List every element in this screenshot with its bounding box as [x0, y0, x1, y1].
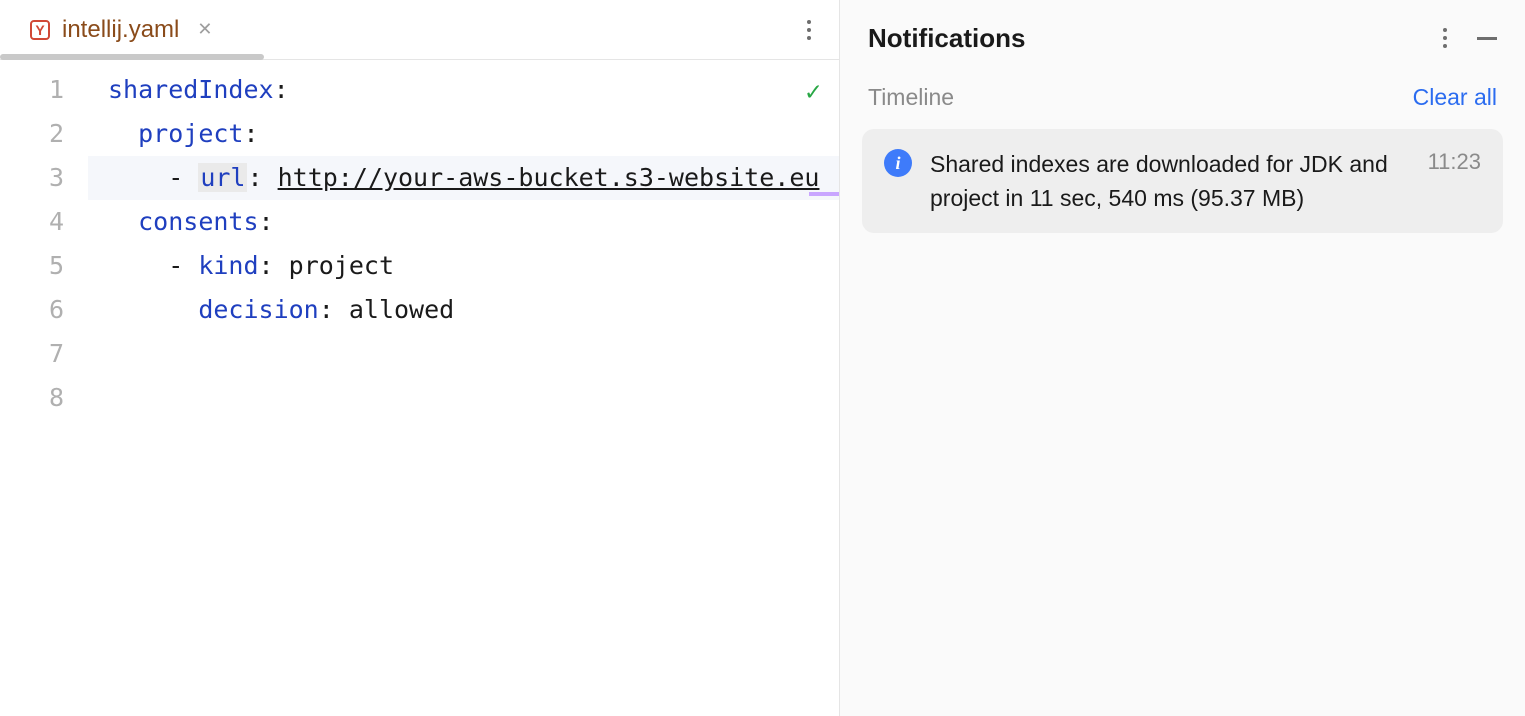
- notifications-pane: Notifications Timeline Clear all i Share…: [840, 0, 1525, 716]
- line-number: 5: [0, 244, 64, 288]
- code-line[interactable]: [88, 332, 839, 376]
- notifications-title: Notifications: [868, 23, 1025, 54]
- info-icon: i: [884, 149, 912, 177]
- yaml-file-icon: Y: [30, 20, 50, 40]
- editor-more-icon[interactable]: [799, 12, 819, 48]
- line-number: 6: [0, 288, 64, 332]
- tabbar-actions: [799, 12, 839, 48]
- line-number: 4: [0, 200, 64, 244]
- tab-bar: Y intellij.yaml ✕: [0, 0, 839, 60]
- line-number: 8: [0, 376, 64, 420]
- notifications-more-icon[interactable]: [1435, 20, 1455, 56]
- file-tab[interactable]: Y intellij.yaml ✕: [0, 0, 232, 59]
- code-line[interactable]: sharedIndex:: [88, 68, 839, 112]
- code-line[interactable]: decision: allowed: [88, 288, 839, 332]
- notification-message: Shared indexes are downloaded for JDK an…: [930, 147, 1410, 215]
- code-line[interactable]: consents:: [88, 200, 839, 244]
- inspection-ok-icon[interactable]: ✓: [805, 70, 821, 114]
- clear-all-button[interactable]: Clear all: [1413, 84, 1497, 111]
- close-tab-icon[interactable]: ✕: [197, 19, 212, 40]
- notifications-list: i Shared indexes are downloaded for JDK …: [840, 129, 1525, 233]
- line-number: 3: [0, 156, 64, 200]
- notifications-header-actions: [1435, 20, 1497, 56]
- minimize-icon[interactable]: [1477, 37, 1497, 40]
- tab-filename: intellij.yaml: [62, 16, 179, 44]
- error-stripe-marker[interactable]: [809, 192, 839, 196]
- code-area[interactable]: sharedIndex: project: - url: http://your…: [88, 60, 839, 716]
- code-line[interactable]: - kind: project: [88, 244, 839, 288]
- code-line[interactable]: - url: http://your-aws-bucket.s3-website…: [88, 156, 839, 200]
- line-number: 1: [0, 68, 64, 112]
- notifications-header: Notifications: [840, 0, 1525, 76]
- line-number: 7: [0, 332, 64, 376]
- editor-pane: Y intellij.yaml ✕ 1 2 3 4 5 6 7 8 shared…: [0, 0, 840, 716]
- app-root: Y intellij.yaml ✕ 1 2 3 4 5 6 7 8 shared…: [0, 0, 1525, 716]
- code-line[interactable]: project:: [88, 112, 839, 156]
- line-gutter: 1 2 3 4 5 6 7 8: [0, 60, 88, 716]
- notification-time: 11:23: [1428, 149, 1481, 215]
- notifications-subheader: Timeline Clear all: [840, 76, 1525, 129]
- timeline-label: Timeline: [868, 84, 954, 111]
- code-line[interactable]: [88, 376, 839, 420]
- editor-body[interactable]: 1 2 3 4 5 6 7 8 sharedIndex: project: - …: [0, 60, 839, 716]
- notification-item[interactable]: i Shared indexes are downloaded for JDK …: [862, 129, 1503, 233]
- line-number: 2: [0, 112, 64, 156]
